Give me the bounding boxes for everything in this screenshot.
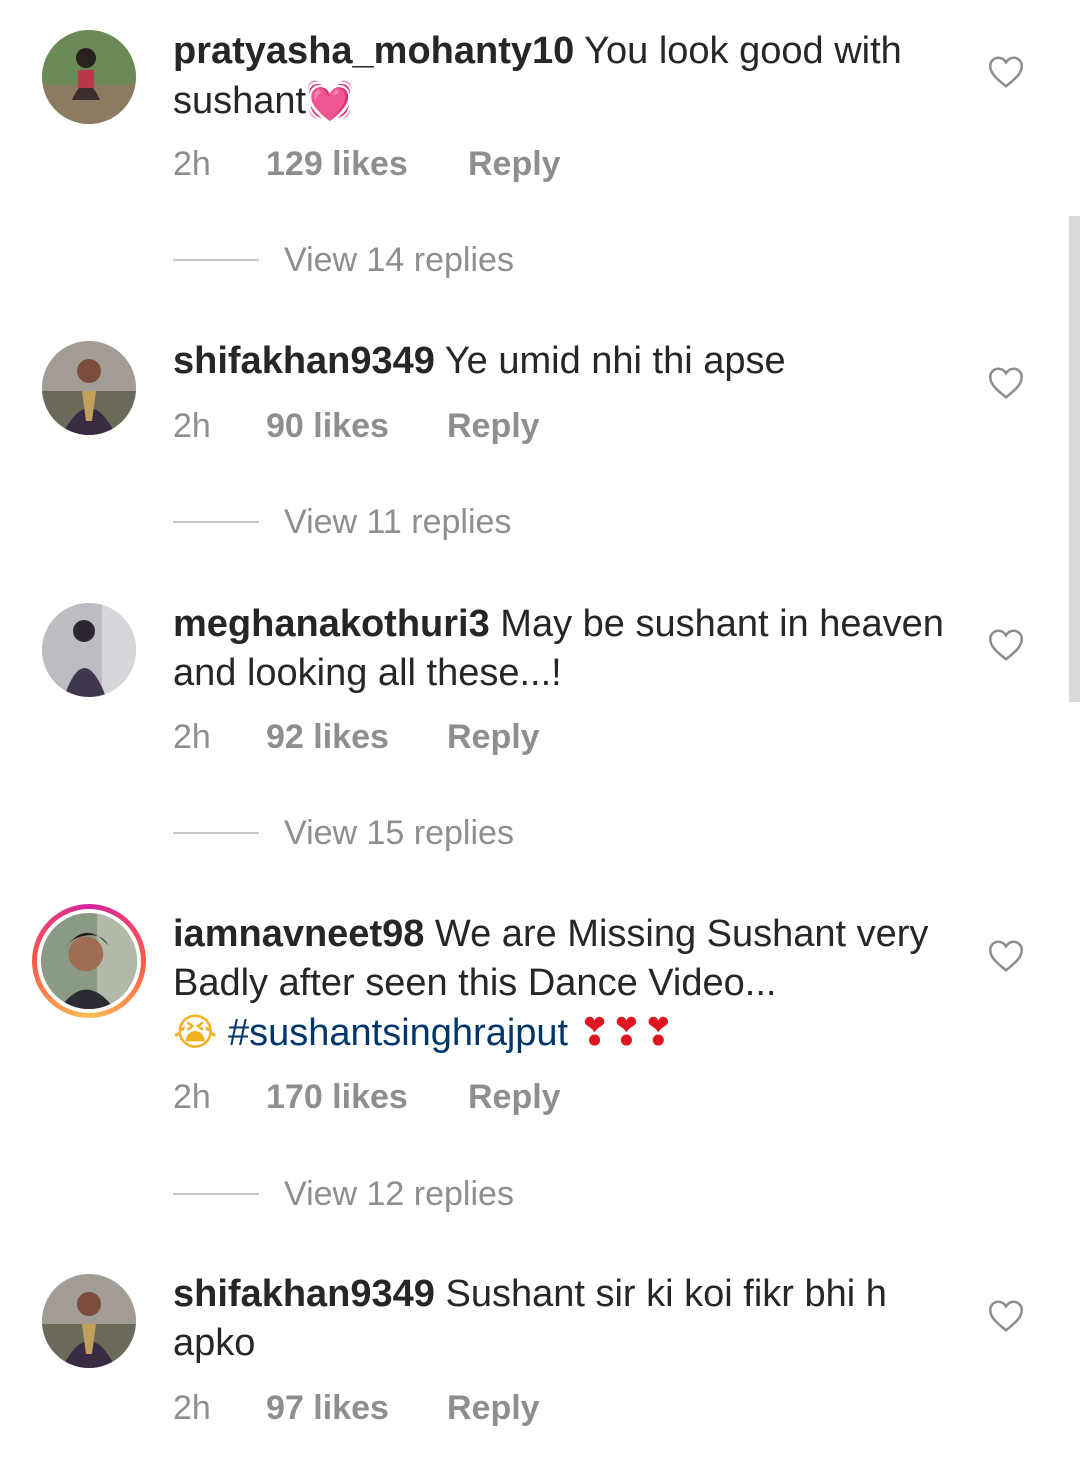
comment-time: 2h	[173, 1389, 211, 1427]
avatar-photo	[42, 341, 136, 435]
comment-username[interactable]: pratyasha_mohanty10	[173, 30, 574, 72]
crying-face-emoji: 😭	[173, 1010, 218, 1054]
reply-button[interactable]: Reply	[447, 406, 540, 446]
avatar[interactable]	[42, 341, 136, 435]
view-replies-label[interactable]: View 14 replies	[284, 240, 514, 280]
comment-username[interactable]: meghanakothuri3	[173, 603, 490, 645]
avatar[interactable]	[41, 913, 137, 1009]
comment-time: 2h	[173, 718, 211, 756]
view-replies-label[interactable]: View 11 replies	[284, 502, 511, 542]
reply-button[interactable]: Reply	[447, 1388, 540, 1428]
hashtag-link[interactable]: #sushantsinghrajput	[228, 1012, 568, 1054]
avatar-photo	[42, 30, 136, 124]
comment-text: shifakhan9349 Sushant sir ki koi fikr bh…	[173, 1270, 963, 1368]
story-ring[interactable]	[32, 904, 146, 1018]
comment-time: 2h	[173, 1078, 211, 1116]
reply-button[interactable]: Reply	[447, 717, 540, 757]
comment-likes[interactable]: 170 likes	[266, 1077, 408, 1117]
comment-text: iamnavneet98 We are Missing Sushant very…	[173, 910, 963, 1058]
reply-button[interactable]: Reply	[468, 144, 561, 184]
reply-button[interactable]: Reply	[468, 1077, 561, 1117]
avatar[interactable]	[42, 30, 136, 124]
heart-icon[interactable]	[988, 366, 1024, 400]
comment-time: 2h	[173, 407, 211, 445]
comment-likes[interactable]: 90 likes	[266, 406, 389, 446]
comment-username[interactable]: shifakhan9349	[173, 1273, 435, 1315]
comment-body: Ye umid nhi thi apse	[434, 340, 786, 382]
heart-icon[interactable]	[988, 939, 1024, 973]
comment-username[interactable]: shifakhan9349	[173, 340, 435, 382]
scrollbar[interactable]	[1069, 216, 1080, 702]
avatar-photo	[42, 1274, 136, 1368]
comment-text: meghanakothuri3 May be sushant in heaven…	[173, 600, 963, 698]
heart-exclamation-emoji: ❣❣❣	[578, 1010, 675, 1054]
divider-line	[173, 259, 259, 261]
comment-username[interactable]: iamnavneet98	[173, 913, 424, 955]
divider-line	[173, 1193, 259, 1195]
comment-likes[interactable]: 92 likes	[266, 717, 389, 757]
heart-icon[interactable]	[988, 55, 1024, 89]
comment-time: 2h	[173, 145, 211, 183]
heart-icon[interactable]	[988, 1299, 1024, 1333]
divider-line	[173, 521, 259, 523]
avatar-photo	[42, 603, 136, 697]
avatar[interactable]	[42, 603, 136, 697]
comment-text: pratyasha_mohanty10 You look good with s…	[173, 27, 963, 126]
divider-line	[173, 832, 259, 834]
avatar[interactable]	[42, 1274, 136, 1368]
heart-icon[interactable]	[988, 628, 1024, 662]
view-replies-label[interactable]: View 15 replies	[284, 813, 514, 853]
comment-likes[interactable]: 129 likes	[266, 144, 408, 184]
comment-likes[interactable]: 97 likes	[266, 1388, 389, 1428]
view-replies-label[interactable]: View 12 replies	[284, 1174, 514, 1214]
avatar-photo	[41, 913, 137, 1009]
comment-text: shifakhan9349 Ye umid nhi thi apse	[173, 337, 963, 386]
growing-heart-emoji: 💓	[306, 78, 354, 122]
